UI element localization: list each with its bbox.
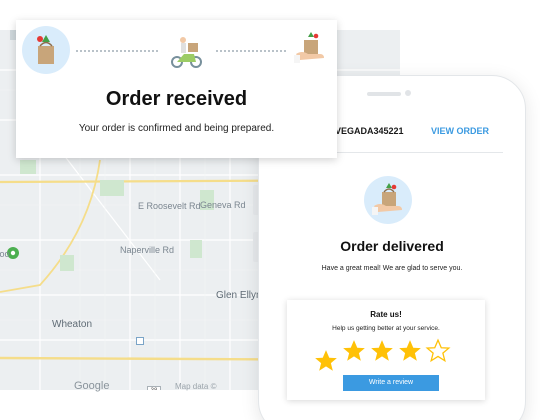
- map-label-left-edge: Zoo: [0, 249, 10, 259]
- map-road-label: Geneva Rd: [200, 200, 246, 210]
- view-order-link[interactable]: VIEW ORDER: [431, 126, 489, 136]
- star-icon[interactable]: [369, 338, 395, 364]
- map-road-label: E Roosevelt Rd: [138, 201, 201, 211]
- order-received-card: Order received Your order is confirmed a…: [16, 20, 337, 158]
- star-icon[interactable]: [397, 338, 423, 364]
- delivered-icon: [364, 176, 412, 224]
- map-road-label: Naperville Rd: [120, 245, 175, 255]
- star-icon[interactable]: [341, 338, 367, 364]
- rating-card: Rate us! Help us getting better at your …: [287, 300, 485, 400]
- hand-bag-icon: [288, 26, 336, 74]
- phone-camera: [405, 90, 411, 96]
- order-received-subtitle: Your order is confirmed and being prepar…: [78, 123, 275, 134]
- progress-connector: [76, 50, 158, 52]
- star-rating[interactable]: [313, 338, 463, 374]
- delivered-subtitle: Have a great meal! We are glad to serve …: [321, 265, 463, 272]
- order-received-title: Order received: [105, 88, 248, 110]
- map-credit[interactable]: Map data ©: [175, 382, 216, 391]
- map-square-marker: [136, 337, 144, 345]
- map-city-label-wheaton: Wheaton: [52, 319, 93, 330]
- star-outline-icon[interactable]: [425, 338, 451, 364]
- rating-title: Rate us!: [370, 310, 402, 319]
- scooter-icon: [162, 26, 210, 74]
- map-city-label-glen-ellyn: Glen Ellyn: [216, 290, 262, 301]
- delivered-title: Order delivered: [340, 238, 444, 254]
- phone-speaker: [367, 92, 401, 96]
- order-id: VEGADA345221: [335, 126, 404, 136]
- star-icon[interactable]: [313, 348, 339, 374]
- progress-connector: [216, 50, 286, 52]
- write-review-button[interactable]: Write a review: [343, 375, 439, 391]
- highway-badge: 38: [147, 386, 161, 390]
- rating-subtitle: Help us getting better at your service.: [332, 325, 440, 332]
- google-logo: Google: [74, 380, 110, 392]
- bag-icon: [22, 26, 70, 74]
- order-progress-tracker: [22, 26, 332, 76]
